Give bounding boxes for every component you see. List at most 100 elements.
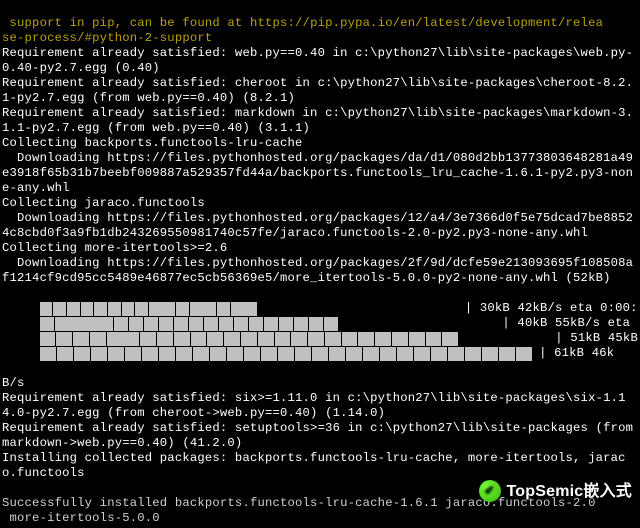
progress-filled	[275, 332, 291, 346]
progress-filled	[431, 347, 447, 361]
progress-filled	[74, 347, 90, 361]
progress-filled	[414, 347, 430, 361]
progress-empty	[285, 302, 298, 316]
progress-filled	[144, 317, 158, 331]
progress-filled	[217, 302, 230, 316]
progress-empty	[443, 317, 457, 331]
progress-row: | 30kB 42kB/s eta 0:00:	[2, 301, 638, 316]
progress-filled	[397, 347, 413, 361]
progress-filled	[159, 317, 173, 331]
progress-filled	[84, 317, 98, 331]
progress-filled	[162, 302, 175, 316]
progress-filled	[234, 317, 248, 331]
deprecation-line1: support in pip, can be found at https://…	[2, 16, 603, 30]
progress-filled	[249, 317, 263, 331]
progress-empty	[476, 332, 492, 346]
progress-filled	[392, 332, 408, 346]
progress-filled	[312, 347, 328, 361]
progress-filled	[129, 317, 143, 331]
progress-filled	[159, 347, 175, 361]
progress-filled	[363, 347, 379, 361]
progress-empty	[408, 302, 421, 316]
progress-filled	[149, 302, 162, 316]
progress-empty	[258, 302, 271, 316]
progress-empty	[384, 317, 398, 331]
progress-filled	[325, 332, 341, 346]
progress-empty	[340, 302, 353, 316]
progress-filled	[107, 332, 123, 346]
progress-filled	[190, 302, 203, 316]
progress-filled	[114, 317, 128, 331]
progress-filled	[40, 347, 56, 361]
progress-filled	[53, 302, 66, 316]
progress-filled	[261, 347, 277, 361]
progress-filled	[40, 332, 56, 346]
progress-empty	[354, 317, 368, 331]
terminal-output[interactable]: support in pip, can be found at https://…	[0, 0, 640, 527]
watermark: ✔ TopSemic嵌入式	[479, 480, 632, 502]
deprecation-line2: se-process/#python-2-support	[2, 31, 212, 45]
progress-filled	[294, 317, 308, 331]
progress-empty	[354, 302, 367, 316]
progress-filled	[90, 332, 106, 346]
progress-filled	[122, 302, 135, 316]
progress-filled	[123, 332, 139, 346]
progress-filled	[125, 347, 141, 361]
output-line: Downloading https://files.pythonhosted.o…	[2, 151, 638, 196]
progress-filled	[56, 332, 72, 346]
progress-filled	[91, 347, 107, 361]
progress-filled	[142, 347, 158, 361]
progress-filled	[258, 332, 274, 346]
progress-filled	[73, 332, 89, 346]
progress-stats: | 40kB 55kB/s eta	[472, 316, 637, 331]
progress-filled	[176, 302, 189, 316]
progress-filled	[309, 317, 323, 331]
progress-empty	[493, 332, 509, 346]
progress-filled	[67, 302, 80, 316]
progress-filled	[358, 332, 374, 346]
progress-filled	[499, 347, 515, 361]
output-line: Requirement already satisfied: setuptool…	[2, 421, 638, 451]
progress-filled	[189, 317, 203, 331]
progress-filled	[176, 347, 192, 361]
progress-filled	[210, 347, 226, 361]
progress-empty	[339, 317, 353, 331]
progress-filled	[279, 317, 293, 331]
progress-filled	[324, 317, 338, 331]
progress-filled	[342, 332, 358, 346]
progress-filled	[375, 332, 391, 346]
progress-filled	[204, 317, 218, 331]
progress-empty	[381, 302, 394, 316]
progress-filled	[291, 332, 307, 346]
output-line: Requirement already satisfied: markdown …	[2, 106, 638, 136]
output-line: Requirement already satisfied: six>=1.11…	[2, 391, 638, 421]
progress-filled	[329, 347, 345, 361]
progress-filled	[99, 317, 113, 331]
progress-stats: | 51kB 45kB	[525, 331, 638, 346]
progress-empty	[459, 332, 475, 346]
progress-filled	[448, 347, 464, 361]
progress-filled	[174, 317, 188, 331]
progress-filled	[135, 302, 148, 316]
progress-filled	[40, 317, 54, 331]
progress-filled	[108, 302, 121, 316]
progress-filled	[157, 332, 173, 346]
progress-stats: | 30kB 42kB/s eta 0:00:	[435, 301, 638, 316]
output-line: Collecting more-itertools>=2.6	[2, 241, 638, 256]
output-line: Installing collected packages: backports…	[2, 451, 638, 481]
progress-filled	[203, 302, 216, 316]
output-line: Requirement already satisfied: web.py==0…	[2, 46, 638, 76]
progress-filled	[442, 332, 458, 346]
progress-filled	[409, 332, 425, 346]
progress-filled	[207, 332, 223, 346]
progress-empty	[272, 302, 285, 316]
progress-empty	[299, 302, 312, 316]
wechat-icon: ✔	[479, 480, 501, 502]
progress-empty	[422, 302, 435, 316]
progress-filled	[380, 347, 396, 361]
progress-filled	[308, 332, 324, 346]
progress-empty	[313, 302, 326, 316]
progress-filled	[140, 332, 156, 346]
output-line: Downloading https://files.pythonhosted.o…	[2, 211, 638, 241]
output-line: Collecting backports.functools-lru-cache	[2, 136, 638, 151]
